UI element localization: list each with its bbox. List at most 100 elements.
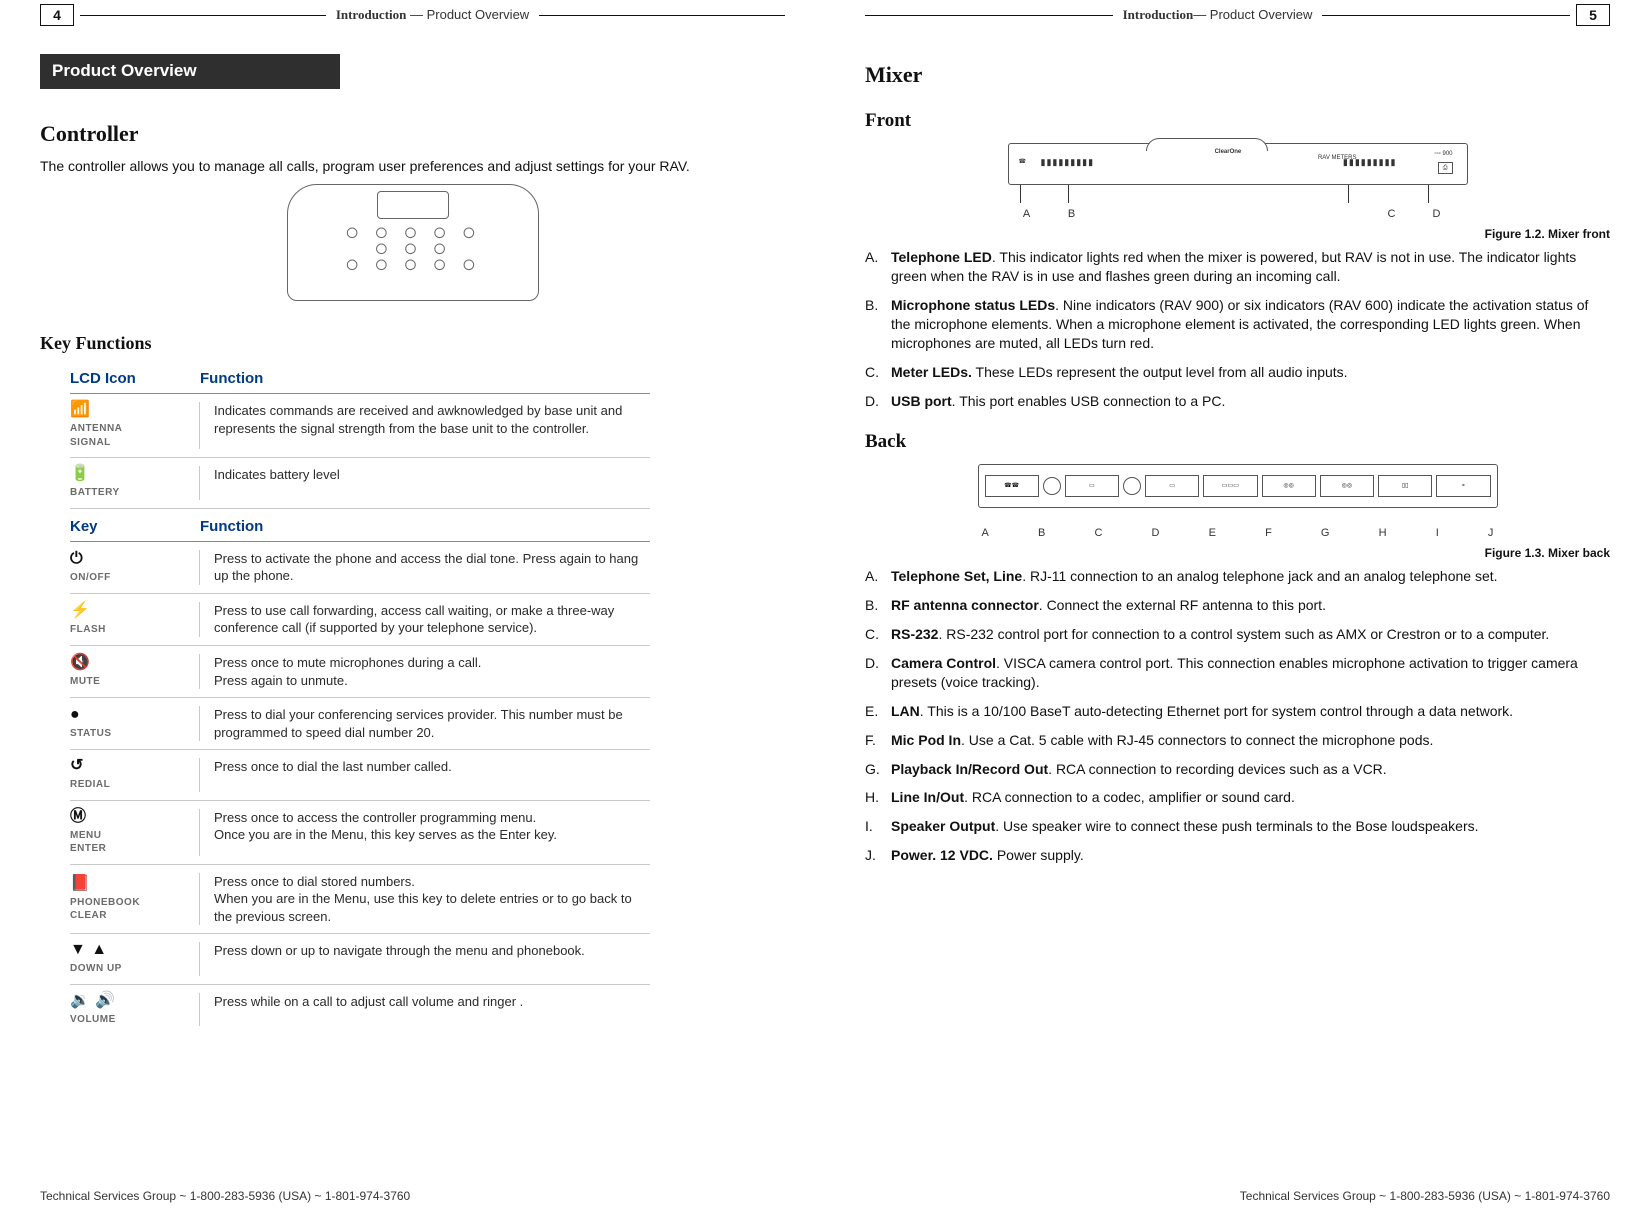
controller-intro: The controller allows you to manage all … — [40, 157, 785, 176]
item-letter: H. — [865, 788, 891, 807]
item-text: USB port. This port enables USB connecti… — [891, 392, 1610, 411]
col-key: Key — [70, 517, 200, 537]
key-label: 🔉 🔊VOLUME — [70, 993, 200, 1027]
item-text: Mic Pod In. Use a Cat. 5 cable with RJ-4… — [891, 731, 1610, 750]
key-label: ⓂMENU ENTER — [70, 809, 200, 856]
table-row: ↺REDIALPress once to dial the last numbe… — [70, 750, 650, 801]
header-right: Introduction— Product Overview 5 — [865, 2, 1610, 28]
key-desc: Press once to dial the last number calle… — [200, 758, 650, 792]
icon-desc: Indicates commands are received and awkn… — [200, 402, 650, 449]
item-letter: A. — [865, 248, 891, 286]
item-text: RS-232. RS-232 control port for connecti… — [891, 625, 1610, 644]
key-glyph-icon: ↺ — [70, 758, 191, 774]
item-letter: G. — [865, 760, 891, 779]
key-label: 🔇MUTE — [70, 654, 200, 689]
item-text: Line In/Out. RCA connection to a codec, … — [891, 788, 1610, 807]
list-item: G.Playback In/Record Out. RCA connection… — [865, 760, 1610, 779]
key-functions-heading: Key Functions — [40, 331, 785, 355]
col-function-1: Function — [200, 369, 650, 389]
figure-callout-letter: E — [1209, 526, 1216, 541]
item-text: Power. 12 VDC. Power supply. — [891, 846, 1610, 865]
table-row: ⓂMENU ENTERPress once to access the cont… — [70, 801, 650, 865]
item-text: Telephone Set, Line. RJ-11 connection to… — [891, 567, 1610, 586]
key-glyph-icon: ⚡ — [70, 603, 191, 619]
controller-heading: Controller — [40, 119, 785, 149]
back-heading: Back — [865, 429, 1610, 455]
key-desc: Press once to access the controller prog… — [200, 809, 650, 856]
figure-callout-letter: I — [1436, 526, 1439, 541]
icon-label: 📶ANTENNA SIGNAL — [70, 402, 200, 449]
item-letter: J. — [865, 846, 891, 865]
controller-figure: ○ ○ ○ ○ ○○ ○ ○○ ○ ○ ○ ○ — [287, 184, 539, 301]
item-text: Microphone status LEDs. Nine indicators … — [891, 296, 1610, 353]
key-label: ⏻ON/OFF — [70, 550, 200, 585]
key-glyph-icon: ▼ ▲ — [70, 942, 191, 958]
list-item: H.Line In/Out. RCA connection to a codec… — [865, 788, 1610, 807]
mixer-front-figure: ☎ ▮▮▮▮▮▮▮▮▮ ClearOne RAV METERS ▮▮▮▮▮▮▮▮… — [1008, 143, 1468, 222]
page-number: 4 — [40, 4, 74, 26]
header-left: 4 Introduction — Product Overview — [40, 2, 785, 28]
table-row: ▼ ▲DOWN UPPress down or up to navigate t… — [70, 934, 650, 985]
item-letter: F. — [865, 731, 891, 750]
item-text: LAN. This is a 10/100 BaseT auto-detecti… — [891, 702, 1610, 721]
list-item: J.Power. 12 VDC. Power supply. — [865, 846, 1610, 865]
key-desc: Press down or up to navigate through the… — [200, 942, 650, 976]
front-definition-list: A.Telephone LED. This indicator lights r… — [865, 248, 1610, 410]
key-glyph-icon: 🔇 — [70, 655, 191, 671]
front-heading: Front — [865, 108, 1610, 134]
figure-callout-letter: J — [1488, 526, 1494, 541]
item-letter: E. — [865, 702, 891, 721]
page-right: Introduction— Product Overview 5 Mixer F… — [825, 0, 1650, 1216]
key-desc: Press to activate the phone and access t… — [200, 550, 650, 585]
figure-callout-letter: C — [1094, 526, 1102, 541]
mixer-front-caption: Figure 1.2. Mixer front — [1050, 226, 1610, 242]
list-item: I.Speaker Output. Use speaker wire to co… — [865, 817, 1610, 836]
table-row: 📕PHONEBOOK CLEARPress once to dial store… — [70, 865, 650, 935]
item-letter: I. — [865, 817, 891, 836]
page-left: 4 Introduction — Product Overview Produc… — [0, 0, 825, 1216]
table-row: ⏻ON/OFFPress to activate the phone and a… — [70, 542, 650, 594]
list-item: A.Telephone LED. This indicator lights r… — [865, 248, 1610, 286]
key-glyph-icon: 📕 — [70, 876, 191, 892]
key-label: ⚡FLASH — [70, 602, 200, 637]
header-title: Introduction — Product Overview — [326, 6, 539, 24]
figure-callout-letter: F — [1265, 526, 1272, 541]
table-row: ⚡FLASHPress to use call forwarding, acce… — [70, 594, 650, 646]
key-label: ●STATUS — [70, 706, 200, 741]
footer-left: Technical Services Group ~ 1-800-283-593… — [40, 1188, 410, 1204]
key-label: ↺REDIAL — [70, 758, 200, 792]
key-desc: Press to use call forwarding, access cal… — [200, 602, 650, 637]
item-text: Meter LEDs. These LEDs represent the out… — [891, 363, 1610, 382]
key-glyph-icon: Ⓜ — [70, 809, 191, 825]
mixer-back-caption: Figure 1.3. Mixer back — [1050, 545, 1610, 561]
col-function-2: Function — [200, 517, 650, 537]
key-desc: Press once to dial stored numbers. When … — [200, 873, 650, 926]
list-item: F.Mic Pod In. Use a Cat. 5 cable with RJ… — [865, 731, 1610, 750]
key-desc: Press while on a call to adjust call vol… — [200, 993, 650, 1027]
footer-right: Technical Services Group ~ 1-800-283-593… — [1240, 1188, 1610, 1204]
item-letter: B. — [865, 296, 891, 353]
key-desc: Press to dial your conferencing services… — [200, 706, 650, 741]
figure-callout-letter: B — [1038, 526, 1045, 541]
item-letter: C. — [865, 363, 891, 382]
table-row: ●STATUSPress to dial your conferencing s… — [70, 698, 650, 750]
figure-callout-letter: H — [1379, 526, 1387, 541]
list-item: B.Microphone status LEDs. Nine indicator… — [865, 296, 1610, 353]
item-letter: C. — [865, 625, 891, 644]
back-definition-list: A.Telephone Set, Line. RJ-11 connection … — [865, 567, 1610, 865]
item-letter: A. — [865, 567, 891, 586]
item-text: Playback In/Record Out. RCA connection t… — [891, 760, 1610, 779]
list-item: B.RF antenna connector. Connect the exte… — [865, 596, 1610, 615]
mixer-back-figure: ☎☎▭ ▭▭▭▭ ◎◎◎◎▯▯⚬ ABCDEFGHIJ — [978, 464, 1498, 541]
item-text: Speaker Output. Use speaker wire to conn… — [891, 817, 1610, 836]
mixer-heading: Mixer — [865, 60, 1610, 90]
list-item: D.Camera Control. VISCA camera control p… — [865, 654, 1610, 692]
item-letter: B. — [865, 596, 891, 615]
list-item: C.Meter LEDs. These LEDs represent the o… — [865, 363, 1610, 382]
icon-label: 🔋BATTERY — [70, 466, 200, 500]
key-label: ▼ ▲DOWN UP — [70, 942, 200, 976]
table-row: 📶ANTENNA SIGNALIndicates commands are re… — [70, 394, 650, 458]
key-functions-table: LCD Icon Function 📶ANTENNA SIGNALIndicat… — [70, 365, 650, 1035]
figure-callout-letter: A — [982, 526, 989, 541]
item-letter: D. — [865, 654, 891, 692]
